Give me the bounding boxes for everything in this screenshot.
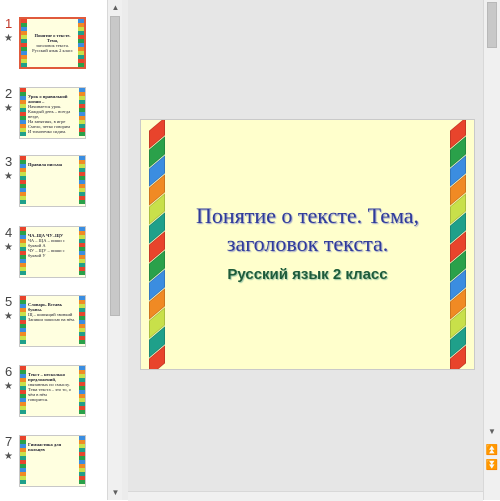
slide-title[interactable]: Понятие о тексте. Тема, заголовок текста…	[181, 202, 434, 258]
slide-thumbnail-7[interactable]: 7 ★ Гимнастика для пальцев	[0, 434, 107, 499]
thumbnail-strip	[78, 19, 84, 67]
slide-thumbnail-image[interactable]: ЧА–ЩА ЧУ–ЩУ ЧА – ЩА – пиши с буквой А ЧУ –…	[19, 226, 86, 278]
animation-star-icon: ★	[4, 33, 13, 44]
animation-star-icon: ★	[4, 381, 13, 392]
editor-scrollbar[interactable]: ▼ ⏫ ⏬	[483, 0, 500, 500]
thumbnail-strip-segment	[79, 132, 85, 136]
slide-thumbnail-3[interactable]: 3 ★ Правила письма	[0, 154, 107, 219]
thumbnail-text-line: Тема текста – это то, о чём в нём	[28, 387, 71, 397]
slide-thumbnail-image[interactable]: Гимнастика для пальцев	[19, 435, 86, 487]
decorative-strip-right	[446, 120, 470, 369]
thumbnail-strip	[79, 88, 85, 138]
slide-thumbnail-image[interactable]: Понятие о тексте. Тема, заголовок текста.…	[19, 17, 86, 69]
thumbnail-strip	[20, 436, 26, 486]
scroll-down-arrow-icon[interactable]: ▼	[108, 485, 123, 500]
slide-number: 1	[5, 16, 13, 31]
decorative-strip-left	[145, 120, 169, 369]
animation-star-icon: ★	[4, 242, 13, 253]
thumbnail-text-line: Гимнастика для пальцев	[28, 442, 62, 452]
current-slide[interactable]: Понятие о тексте. Тема, заголовок текста…	[140, 119, 475, 370]
thumbnail-text-line: Каждый день – всегда везде,	[28, 109, 71, 119]
slide-number: 4	[5, 225, 13, 240]
slide-number: 6	[5, 364, 13, 379]
thumbnail-strip	[79, 366, 85, 416]
thumbnail-strip-segment	[78, 63, 84, 67]
thumbnail-text-line: Правила письма	[28, 162, 63, 167]
slide-thumbnail-image[interactable]: Урок о правильной жизни – Начинается урок…	[19, 87, 86, 139]
slide-thumbnail-6[interactable]: 6 ★ Текст – несколько предложений, связанны…	[0, 364, 107, 429]
animation-star-icon: ★	[4, 171, 13, 182]
thumbnail-text-line: Урок о правильной жизни –	[28, 94, 68, 104]
thumbnail-text-line: Русский язык 2 класс	[32, 48, 73, 53]
thumbnail-text-line: Запиши записью на нём.	[28, 317, 75, 322]
thumbnail-text-line: Понятие о тексте. Тема,	[34, 33, 71, 43]
thumbnail-text-line: говорится.	[28, 397, 49, 402]
thumbnail-strip	[20, 227, 26, 277]
slide-number: 5	[5, 294, 13, 309]
scrollbar-thumb[interactable]	[110, 16, 120, 316]
slide-title-line-2: заголовок текста.	[226, 231, 389, 256]
thumbnail-text-line: Словарь. Вставь буквы.	[28, 302, 63, 312]
thumbnail-strip-segment	[20, 340, 26, 344]
slide-thumbnail-2[interactable]: 2 ★ Урок о правильной жизни – Начинается ур…	[0, 86, 107, 151]
thumbnail-text-line: И тихонечко сидим.	[28, 129, 67, 134]
thumbnail-strip-segment	[20, 200, 26, 204]
thumbnail-strip	[79, 436, 85, 486]
thumbnail-strip-segment	[20, 271, 26, 275]
thumbnail-scrollbar[interactable]: ▲ ▼	[107, 0, 122, 500]
thumbnail-strip-segment	[20, 132, 26, 136]
slide-subtitle[interactable]: Русский язык 2 класс	[181, 266, 434, 283]
thumbnail-strip-segment	[79, 271, 85, 275]
animation-star-icon: ★	[4, 451, 13, 462]
thumbnail-strip-segment	[79, 480, 85, 484]
slide-thumbnail-1[interactable]: 1 ★ Понятие о тексте. Тема, заголовок текст…	[0, 16, 107, 81]
thumbnail-strip-segment	[79, 200, 85, 204]
editor-scrollbar-thumb[interactable]	[487, 2, 497, 48]
thumbnail-strip-segment	[20, 480, 26, 484]
next-slide-icon[interactable]: ⏬	[484, 458, 500, 473]
thumbnail-strip	[79, 156, 85, 206]
thumbnail-strip	[20, 156, 26, 206]
slide-title-line-1: Понятие о тексте. Тема,	[196, 203, 419, 228]
previous-slide-icon[interactable]: ⏫	[484, 443, 500, 458]
thumbnail-strip	[20, 296, 26, 346]
slide-thumbnail-4[interactable]: 4 ★ ЧА–ЩА ЧУ–ЩУ ЧА – ЩА – пиши с буквой А ЧУ…	[0, 225, 107, 290]
thumbnail-strip-segment	[79, 410, 85, 414]
thumbnail-text-line: ЧА – ЩА – пиши с буквой А	[28, 238, 65, 248]
thumbnail-strip	[20, 88, 26, 138]
thumbnail-strip	[21, 19, 27, 67]
thumbnail-strip-segment	[21, 63, 27, 67]
thumbnail-strip-segment	[79, 340, 85, 344]
thumbnail-strip	[79, 296, 85, 346]
slide-number: 3	[5, 154, 13, 169]
slide-thumbnail-image[interactable]: Правила письма	[19, 155, 86, 207]
thumbnail-text-line: ЧУ – ЩУ – пиши с буквой У	[28, 248, 65, 258]
slide-thumbnail-5[interactable]: 5 ★ Словарь. Вставь буквы. Щ – шипящий звон…	[0, 294, 107, 359]
thumbnail-text-line: Текст – несколько предложений,	[28, 372, 66, 382]
animation-star-icon: ★	[4, 311, 13, 322]
slide-thumbnail-pane[interactable]: 1 ★ Понятие о тексте. Тема, заголовок текст…	[0, 0, 107, 500]
animation-star-icon: ★	[4, 103, 13, 114]
thumbnail-strip	[79, 227, 85, 277]
slide-thumbnail-image[interactable]: Текст – несколько предложений, связанных …	[19, 365, 86, 417]
slide-number: 7	[5, 434, 13, 449]
scroll-down-arrow-icon[interactable]: ▼	[484, 424, 500, 439]
thumbnail-strip-segment	[20, 410, 26, 414]
scroll-up-arrow-icon[interactable]: ▲	[108, 0, 123, 15]
slide-thumbnail-image[interactable]: Словарь. Вставь буквы. Щ – шипящий звонки…	[19, 295, 86, 347]
slide-number: 2	[5, 86, 13, 101]
thumbnail-strip	[20, 366, 26, 416]
